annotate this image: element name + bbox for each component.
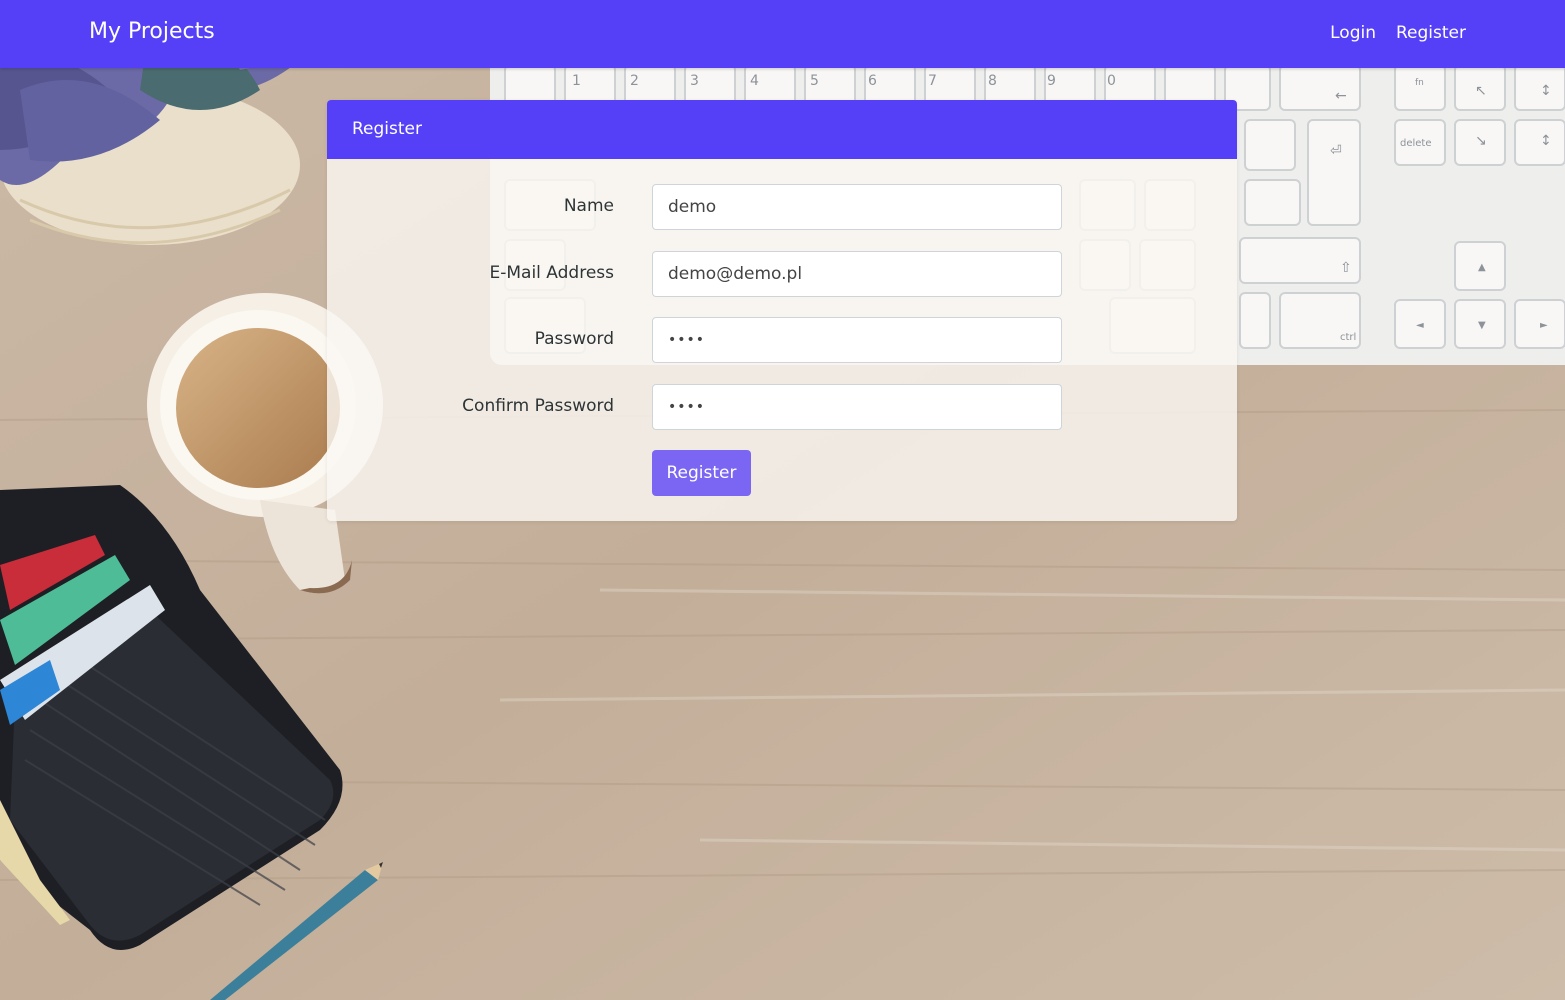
svg-text:⏎: ⏎: [1330, 143, 1342, 159]
svg-text:▼: ▼: [1478, 320, 1486, 331]
svg-text:1: 1: [572, 73, 581, 89]
svg-text:4: 4: [750, 73, 759, 89]
nav-links: Login Register: [1330, 23, 1466, 43]
svg-text:↕: ↕: [1540, 133, 1552, 149]
name-label: Name: [563, 196, 614, 216]
svg-text:fn: fn: [1415, 78, 1424, 88]
name-row: Name: [327, 184, 1237, 230]
svg-text:◄: ◄: [1416, 320, 1424, 331]
confirm-password-label: Confirm Password: [462, 396, 614, 416]
register-card: Register Name E-Mail Address Password Co…: [327, 100, 1237, 521]
svg-text:←: ←: [1335, 88, 1347, 104]
svg-text:⇧: ⇧: [1340, 260, 1352, 276]
svg-text:delete: delete: [1400, 138, 1432, 149]
register-link[interactable]: Register: [1396, 23, 1466, 43]
svg-text:7: 7: [928, 73, 937, 89]
svg-text:↘: ↘: [1475, 133, 1487, 149]
svg-text:3: 3: [690, 73, 699, 89]
svg-text:ctrl: ctrl: [1340, 332, 1356, 343]
svg-text:►: ►: [1540, 320, 1548, 331]
svg-text:2: 2: [630, 73, 639, 89]
password-input[interactable]: [652, 317, 1062, 363]
login-link[interactable]: Login: [1330, 23, 1376, 43]
svg-text:▲: ▲: [1478, 262, 1486, 273]
top-navbar: My Projects Login Register: [0, 0, 1565, 68]
brand-logo[interactable]: My Projects: [89, 19, 215, 44]
password-label: Password: [534, 329, 614, 349]
svg-text:8: 8: [988, 73, 997, 89]
svg-text:5: 5: [810, 73, 819, 89]
register-button[interactable]: Register: [652, 450, 751, 496]
svg-text:6: 6: [868, 73, 877, 89]
svg-text:↕: ↕: [1540, 83, 1552, 99]
name-input[interactable]: [652, 184, 1062, 230]
confirm-password-row: Confirm Password: [327, 384, 1237, 430]
email-label: E-Mail Address: [489, 263, 614, 283]
password-row: Password: [327, 317, 1237, 363]
svg-text:↖: ↖: [1475, 83, 1487, 99]
card-header: Register: [327, 100, 1237, 159]
email-row: E-Mail Address: [327, 251, 1237, 297]
confirm-password-input[interactable]: [652, 384, 1062, 430]
svg-text:9: 9: [1047, 73, 1056, 89]
svg-text:0: 0: [1107, 73, 1116, 89]
email-input[interactable]: [652, 251, 1062, 297]
